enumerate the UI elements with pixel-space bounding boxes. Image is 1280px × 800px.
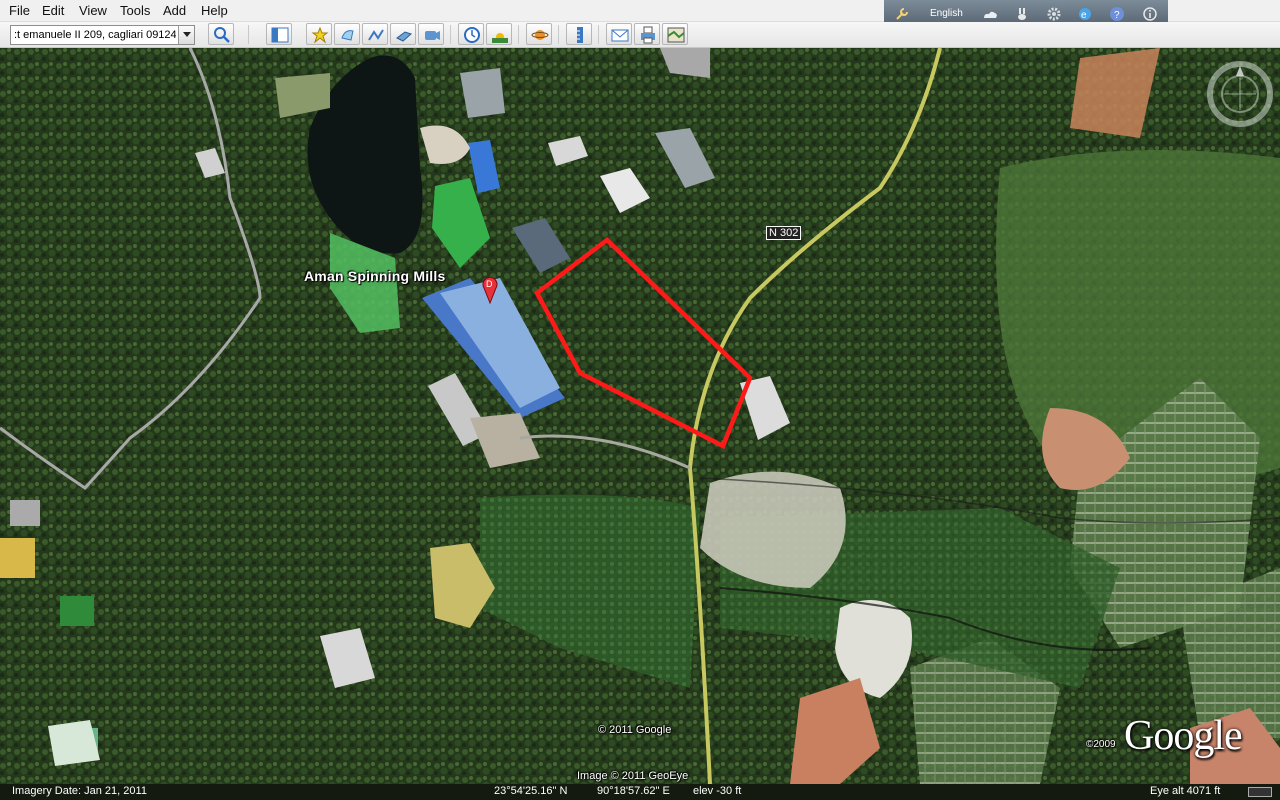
historical-imagery-button[interactable]	[458, 23, 484, 45]
status-bar: Imagery Date: Jan 21, 2011 23°54'25.16" …	[0, 784, 1280, 800]
rabbit-icon[interactable]	[1014, 6, 1030, 22]
planets-icon	[531, 30, 549, 40]
language-selector[interactable]: English	[930, 8, 963, 19]
menu-view[interactable]: View	[78, 3, 108, 18]
browser-icon[interactable]: e	[1077, 6, 1093, 22]
view-in-maps-icon	[667, 27, 685, 43]
record-tour-icon	[425, 31, 440, 40]
email-icon	[611, 29, 629, 42]
road-label: N 302	[766, 226, 802, 240]
placemark-icon	[311, 26, 329, 44]
ruler-icon	[577, 27, 583, 43]
svg-text:?: ?	[1114, 10, 1120, 21]
search-dropdown-button[interactable]	[178, 26, 194, 44]
toolbar-separator	[598, 25, 599, 44]
copyright-geoeye: Image © 2011 GeoEye	[577, 770, 689, 782]
menu-file[interactable]: File	[8, 3, 31, 18]
toolbar-separator	[518, 25, 519, 44]
cloud-icon[interactable]	[982, 6, 998, 22]
menu-tools[interactable]: Tools	[119, 3, 151, 18]
help-icon[interactable]: ?	[1109, 6, 1125, 22]
svg-text:e: e	[1081, 10, 1087, 21]
chevron-down-icon	[183, 32, 191, 37]
placemark-label[interactable]: Aman Spinning Mills	[304, 268, 445, 284]
toolbar-separator	[558, 25, 559, 44]
latitude-readout: 23°54'25.16" N	[494, 785, 568, 797]
sunlight-button[interactable]	[486, 23, 512, 45]
search-button[interactable]	[208, 23, 234, 45]
historical-imagery-icon	[464, 27, 480, 43]
path-icon	[368, 29, 384, 41]
image-overlay-icon	[396, 31, 412, 42]
map-pin-icon[interactable]: D	[481, 274, 499, 304]
sidebar-toggle-button[interactable]	[266, 23, 292, 45]
print-button[interactable]	[634, 23, 660, 45]
polygon-icon	[341, 30, 354, 41]
marker-letter: D	[486, 279, 493, 289]
menu-edit[interactable]: Edit	[41, 3, 65, 18]
gear-icon[interactable]	[1046, 6, 1062, 22]
imagery-date: Imagery Date: Jan 21, 2011	[12, 785, 147, 797]
copyright-google: © 2011 Google	[598, 724, 672, 736]
search-input[interactable]: :t emanuele II 209, cagliari 09124	[10, 25, 195, 45]
navigation-compass-icon[interactable]	[1204, 58, 1276, 130]
elevation-readout: elev -30 ft	[693, 785, 742, 797]
longitude-readout: 90°18'57.62" E	[597, 785, 670, 797]
eye-altitude-readout: Eye alt 4071 ft	[1150, 785, 1221, 797]
copyright-2009: ©2009	[1086, 739, 1116, 750]
record-tour-button[interactable]	[418, 23, 444, 45]
info-icon[interactable]	[1142, 6, 1158, 22]
toolbar-separator	[450, 25, 451, 44]
planets-button[interactable]	[526, 23, 552, 45]
google-logo: Google	[1124, 713, 1243, 759]
menu-add[interactable]: Add	[162, 3, 187, 18]
ruler-button[interactable]	[566, 23, 592, 45]
add-polygon-button[interactable]	[334, 23, 360, 45]
add-placemark-button[interactable]	[306, 23, 332, 45]
add-image-overlay-button[interactable]	[390, 23, 416, 45]
email-button[interactable]	[606, 23, 632, 45]
view-in-maps-button[interactable]	[662, 23, 688, 45]
add-path-button[interactable]	[362, 23, 388, 45]
streaming-progress-indicator	[1248, 787, 1272, 797]
sunlight-icon	[492, 33, 508, 43]
search-icon	[214, 27, 230, 43]
print-icon	[641, 26, 655, 44]
wrench-icon[interactable]	[894, 6, 910, 22]
sidebar-toggle-icon	[271, 27, 289, 43]
search-input-value[interactable]: :t emanuele II 209, cagliari 09124	[14, 29, 176, 41]
satellite-map[interactable]: Aman Spinning Mills D N 302 © 2011 Googl…	[0, 48, 1280, 784]
menu-help[interactable]: Help	[200, 3, 229, 18]
satellite-imagery	[0, 48, 1280, 784]
toolbar-separator	[248, 25, 249, 44]
toolbar: :t emanuele II 209, cagliari 09124	[0, 22, 1280, 48]
